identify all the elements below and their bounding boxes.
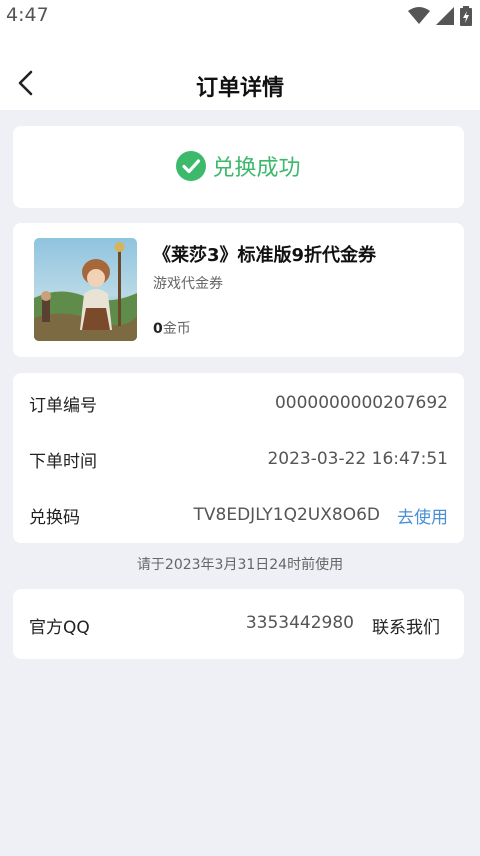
redeem-code-label: 兑换码	[29, 507, 80, 528]
order-card: 订单编号 0000000000207692 下单时间 2023-03-22 16…	[13, 373, 464, 543]
status-card: 兑换成功	[13, 126, 464, 208]
contact-us-button[interactable]: 联系我们	[372, 613, 440, 638]
expiry-notice: 请于2023年3月31日24时前使用	[136, 557, 344, 573]
wifi-icon	[408, 7, 430, 24]
check-circle-icon	[176, 151, 207, 181]
status-text: 兑换成功	[212, 156, 301, 181]
redeem-code-value: TV8EDJLY1Q2UX8O6D	[193, 505, 380, 525]
product-price: 0金币	[153, 318, 191, 338]
status-icons	[408, 6, 472, 26]
price-unit: 金币	[162, 321, 191, 337]
nav-bar: 订单详情	[0, 32, 480, 110]
product-card[interactable]: 《莱莎3》标准版9折代金券 游戏代金券 0金币	[13, 223, 464, 357]
signal-icon	[436, 7, 454, 25]
order-time-value: 2023-03-22 16:47:51	[267, 449, 448, 469]
order-number-label: 订单编号	[29, 395, 97, 416]
contact-card: 官方QQ 3353442980 联系我们	[13, 589, 464, 659]
status-time: 4:47	[6, 4, 49, 26]
product-title: 《莱莎3》标准版9折代金券	[153, 245, 377, 266]
contact-qq-number: 3353442980	[245, 613, 354, 633]
order-number-row: 订单编号 0000000000207692	[29, 388, 448, 418]
battery-icon	[460, 6, 472, 26]
order-number-value: 0000000000207692	[274, 393, 448, 413]
use-code-link[interactable]: 去使用	[397, 503, 448, 528]
product-type: 游戏代金券	[153, 276, 223, 292]
product-image	[34, 238, 137, 341]
order-time-label: 下单时间	[29, 451, 97, 472]
order-time-row: 下单时间 2023-03-22 16:47:51	[29, 444, 448, 474]
contact-label: 官方QQ	[29, 618, 90, 638]
status-row: 兑换成功	[13, 150, 464, 182]
page-title: 订单详情	[195, 76, 284, 101]
price-amount: 0	[153, 321, 163, 337]
redeem-code-row: 兑换码 TV8EDJLY1Q2UX8O6D 去使用	[29, 500, 448, 530]
status-bar: 4:47	[0, 0, 480, 32]
